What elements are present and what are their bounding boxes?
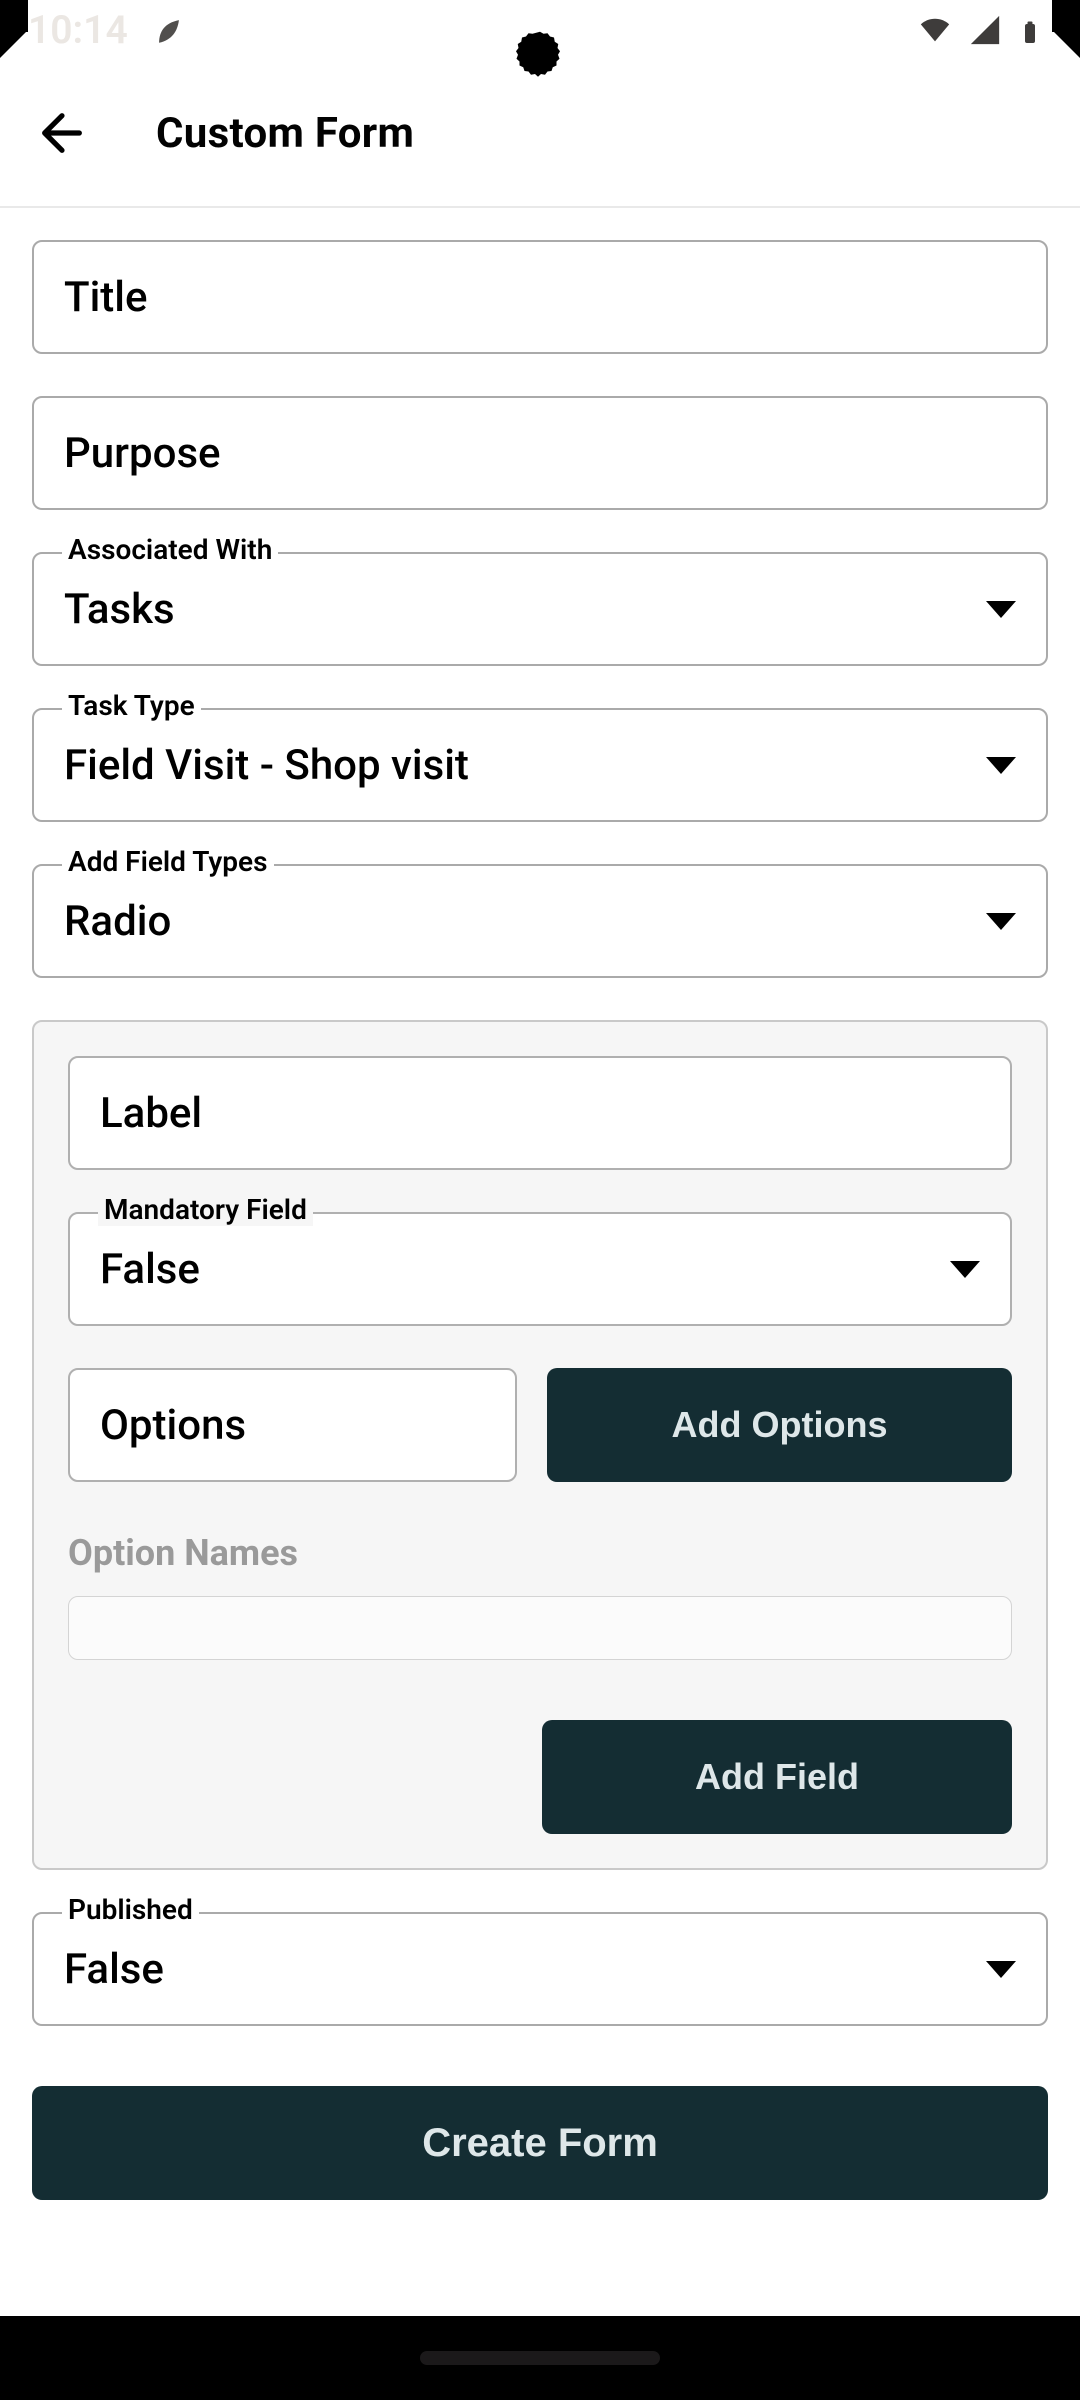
field-config-card: Mandatory Field False Add Options Option… [32,1020,1048,1870]
camera-notch [510,28,570,88]
mandatory-label: Mandatory Field [98,1193,313,1226]
title-input[interactable] [64,273,1016,322]
leaf-icon [152,13,186,47]
options-field[interactable] [68,1368,517,1482]
system-nav-bar [0,2316,1080,2400]
title-field[interactable] [32,240,1048,354]
mandatory-select[interactable]: Mandatory Field False [68,1212,1012,1326]
display-notch-top-right [1052,0,1080,32]
chevron-down-icon [986,1961,1016,1978]
task-type-value: Field Visit - Shop visit [64,741,469,790]
field-types-label: Add Field Types [62,845,274,878]
label-input[interactable] [100,1089,980,1138]
add-field-button[interactable]: Add Field [542,1720,1012,1834]
associated-with-select[interactable]: Associated With Tasks [32,552,1048,666]
field-types-select[interactable]: Add Field Types Radio [32,864,1048,978]
field-types-value: Radio [64,897,171,946]
page-title: Custom Form [156,109,414,158]
chevron-down-icon [986,913,1016,930]
published-label: Published [62,1893,199,1926]
task-type-label: Task Type [62,689,201,722]
published-value: False [64,1945,164,1994]
add-options-button[interactable]: Add Options [547,1368,1012,1482]
task-type-select[interactable]: Task Type Field Visit - Shop visit [32,708,1048,822]
associated-with-label: Associated With [62,533,278,566]
create-form-button[interactable]: Create Form [32,2086,1048,2200]
cellular-icon [968,13,1002,47]
purpose-input[interactable] [64,429,1016,478]
associated-with-value: Tasks [64,585,175,634]
option-names-list [68,1596,1012,1660]
form-container: Associated With Tasks Task Type Field Vi… [0,206,1080,2316]
options-input[interactable] [100,1401,485,1450]
chevron-down-icon [986,757,1016,774]
display-notch-top-left [0,0,28,32]
chevron-down-icon [986,601,1016,618]
home-indicator[interactable] [420,2351,660,2365]
wifi-icon [918,13,952,47]
battery-icon [1018,13,1052,47]
chevron-down-icon [950,1261,980,1278]
published-select[interactable]: Published False [32,1912,1048,2026]
mandatory-value: False [100,1245,200,1294]
purpose-field[interactable] [32,396,1048,510]
back-button[interactable] [36,107,88,159]
status-time: 10:14 [28,7,128,53]
arrow-left-icon [36,107,88,159]
option-names-heading: Option Names [68,1532,1012,1574]
